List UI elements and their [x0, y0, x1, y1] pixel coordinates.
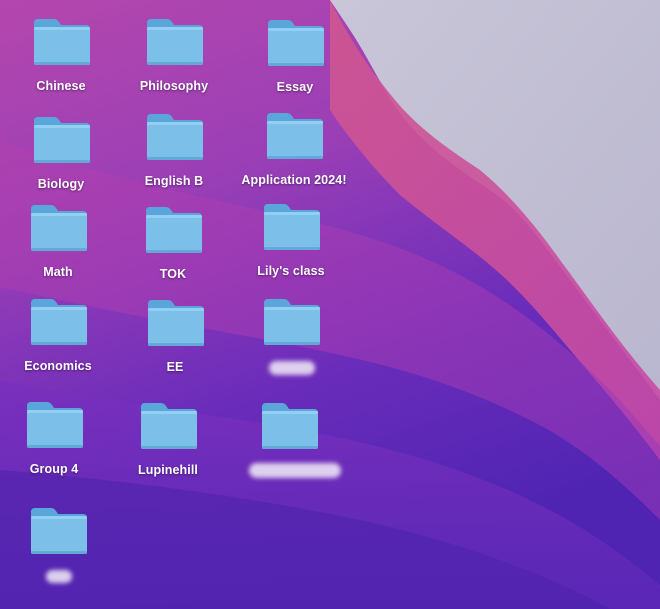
folder-hidden-name-2[interactable]: [229, 401, 349, 481]
redacted-label: [269, 361, 315, 375]
folder-economics[interactable]: Economics: [0, 297, 118, 377]
folder-english-b[interactable]: English B: [114, 112, 234, 192]
folder-icon: [264, 299, 320, 345]
folder-ee[interactable]: EE: [115, 298, 235, 378]
folder-math[interactable]: Math: [0, 203, 118, 283]
folder-icon: [31, 205, 87, 251]
folder-group-4[interactable]: Group 4: [0, 400, 114, 480]
folder-icon: [148, 300, 204, 346]
folder-biology[interactable]: Biology: [1, 115, 121, 195]
folder-tok[interactable]: TOK: [113, 205, 233, 285]
folder-icon: [147, 19, 203, 65]
folder-icon: [27, 402, 83, 448]
folder-label: Economics: [24, 359, 92, 373]
folder-hidden-name-1[interactable]: [231, 297, 351, 377]
folder-label: EE: [166, 360, 184, 374]
folder-icon: [31, 508, 87, 554]
folder-icon: [34, 19, 90, 65]
folder-icon: [262, 403, 318, 449]
folder-label: Math: [43, 265, 73, 279]
folder-icon: [141, 403, 197, 449]
folder-label: Biology: [37, 177, 85, 191]
folder-icon: [34, 117, 90, 163]
folder-label: Chinese: [36, 79, 86, 93]
folder-label: English B: [144, 174, 204, 188]
folder-philosophy[interactable]: Philosophy: [114, 17, 234, 97]
folder-label: Lily's class: [257, 264, 325, 278]
folder-icon: [268, 20, 324, 66]
folder-chinese[interactable]: Chinese: [1, 17, 121, 97]
folder-essay[interactable]: Essay: [235, 18, 355, 98]
folder-icon: [264, 204, 320, 250]
redacted-label: [249, 463, 341, 478]
folder-hidden-name-3[interactable]: [0, 506, 118, 586]
folder-label: Lupinehill: [137, 463, 199, 477]
folder-icon: [31, 299, 87, 345]
folder-lupinehill[interactable]: Lupinehill: [108, 401, 228, 481]
folder-label: TOK: [159, 267, 187, 281]
folder-label: Essay: [276, 80, 314, 94]
folder-label: Application 2024!: [241, 173, 347, 187]
folder-label: Group 4: [29, 462, 79, 476]
redacted-label: [46, 570, 72, 583]
folder-icon: [147, 114, 203, 160]
folder-icon: [146, 207, 202, 253]
folder-lilys-class[interactable]: Lily's class: [231, 202, 351, 282]
folder-icon: [267, 113, 323, 159]
folder-label: Philosophy: [139, 79, 209, 93]
folder-application-2024[interactable]: Application 2024!: [234, 111, 354, 191]
